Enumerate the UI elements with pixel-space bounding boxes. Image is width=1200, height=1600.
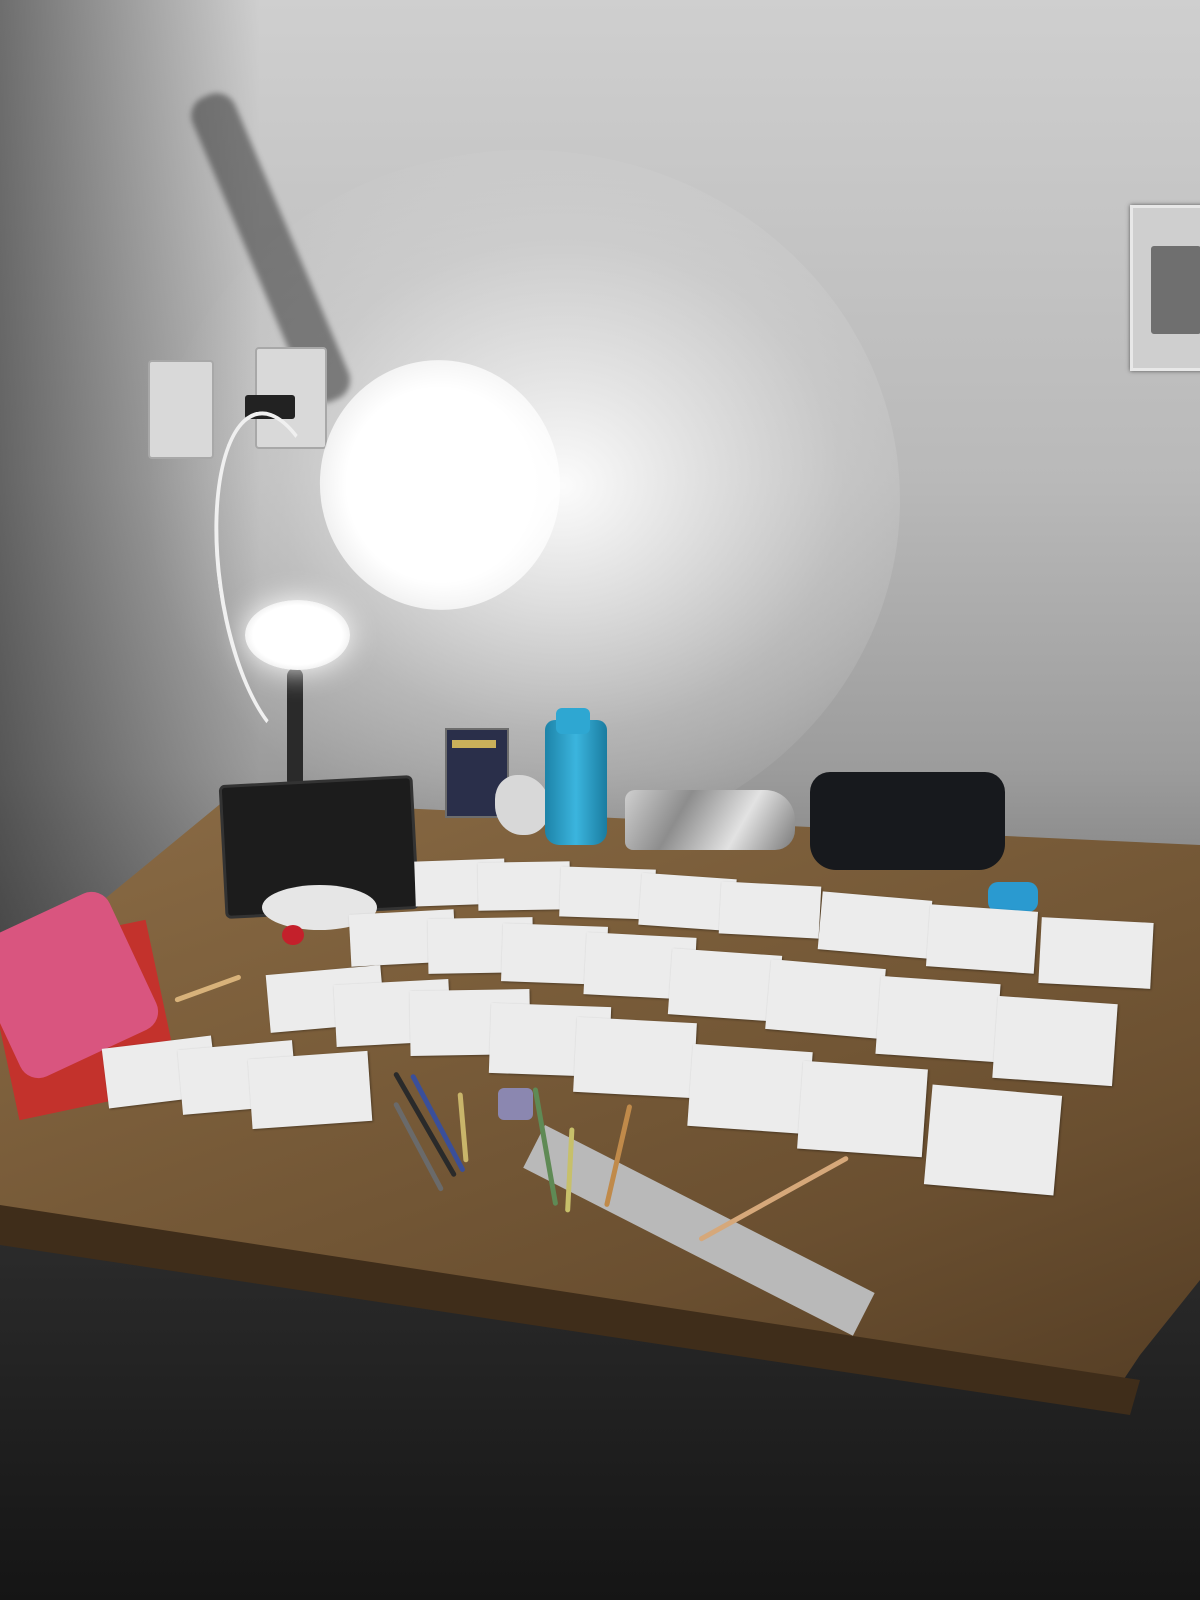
card [817,891,933,959]
lamp-button [282,925,304,945]
card [687,1043,813,1135]
card [875,975,1001,1063]
card [667,948,783,1022]
card [797,1060,928,1158]
wall-outlet-left [148,360,214,459]
card [765,959,886,1039]
foil-wrapper [625,790,795,850]
desk-photo [0,0,1200,1600]
lamp-neck [287,668,303,788]
card [573,1016,697,1099]
light-switch [1130,205,1200,371]
card [718,881,822,939]
card [923,1084,1063,1196]
card [925,904,1039,974]
water-bottle [545,720,607,845]
switch-toggle [1151,246,1200,334]
card-box-label [452,740,496,748]
black-pencil-case [810,772,1005,870]
card [1038,917,1154,989]
bottle-cap [556,708,590,734]
card [992,995,1118,1087]
sharpener [498,1088,533,1120]
card [247,1050,373,1130]
blue-eraser [988,882,1038,912]
lamp-icon [245,600,350,670]
card [477,861,571,911]
